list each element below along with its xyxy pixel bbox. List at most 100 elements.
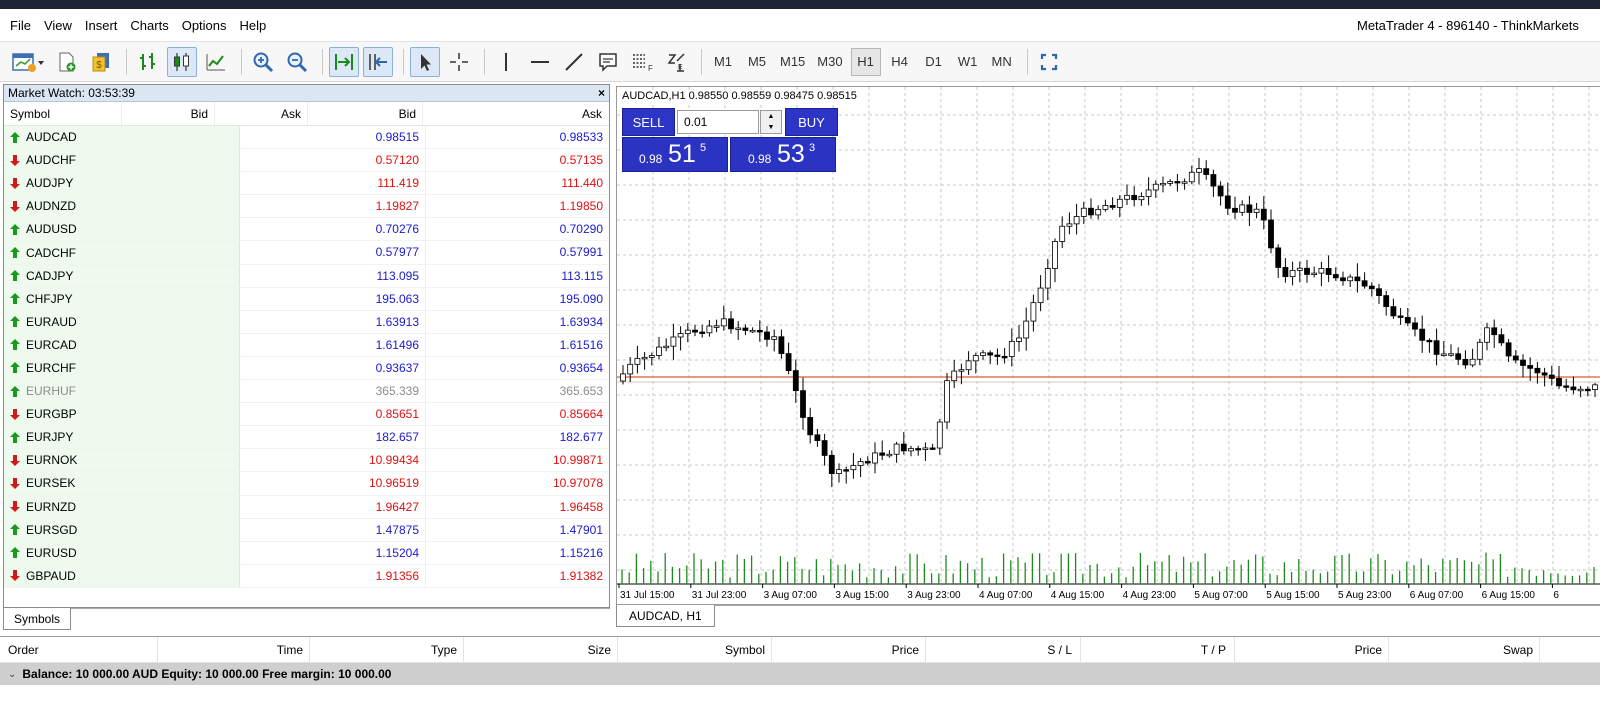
timeframe-m1[interactable]: M1 (708, 48, 738, 76)
symbol-cell[interactable]: AUDNZD (4, 195, 240, 218)
table-row[interactable]: AUDNZD 1.19827 1.19850 (4, 195, 609, 219)
balance-row[interactable]: ⌄ Balance: 10 000.00 AUD Equity: 10 000.… (0, 663, 1600, 685)
menu-options[interactable]: Options (182, 18, 227, 33)
column-header-symbol[interactable]: Symbol (618, 637, 772, 662)
table-row[interactable]: CHFJPY 195.063 195.090 (4, 287, 609, 311)
table-row[interactable]: AUDJPY 111.419 111.440 (4, 172, 609, 196)
menu-help[interactable]: Help (240, 18, 267, 33)
column-header-time[interactable]: Time (158, 637, 310, 662)
timeframe-h4[interactable]: H4 (885, 48, 915, 76)
column-header-tp[interactable]: T / P (1081, 637, 1235, 662)
table-row[interactable]: EURCAD 1.61496 1.61516 (4, 333, 609, 357)
zoom-in-button[interactable] (248, 47, 278, 77)
vertical-line-button[interactable] (491, 47, 521, 77)
cursor-button[interactable] (410, 46, 440, 77)
column-header-bid[interactable]: Bid (122, 102, 215, 125)
symbol-cell[interactable]: AUDJPY (4, 172, 240, 195)
column-header-symbol[interactable]: Symbol (4, 102, 122, 125)
tab-symbols[interactable]: Symbols (3, 608, 72, 630)
table-row[interactable]: CADCHF 0.57977 0.57991 (4, 241, 609, 265)
table-row[interactable]: EURAUD 1.63913 1.63934 (4, 310, 609, 334)
column-header-bid-price[interactable]: Bid (308, 102, 423, 125)
fibonacci-button[interactable]: F (627, 47, 657, 77)
zoom-out-button[interactable] (282, 47, 312, 77)
new-chart-button[interactable] (8, 47, 48, 77)
table-row[interactable]: EURSEK 10.96519 10.97078 (4, 472, 609, 496)
symbol-cell[interactable]: EURNZD (4, 495, 240, 518)
column-header-current-price[interactable]: Price (1235, 637, 1389, 662)
column-header-ask[interactable]: Ask (215, 102, 308, 125)
lot-size-input[interactable] (677, 110, 759, 134)
symbol-cell[interactable]: EURSGD (4, 518, 240, 541)
symbol-cell[interactable]: CADCHF (4, 241, 240, 264)
symbol-cell[interactable]: AUDCHF (4, 149, 240, 172)
stepper-up-icon[interactable]: ▲ (761, 111, 781, 122)
sell-price-box[interactable]: 0.98 51 5 (622, 137, 728, 172)
table-row[interactable]: AUDUSD 0.70276 0.70290 (4, 218, 609, 242)
symbol-cell[interactable]: EURSEK (4, 472, 240, 495)
horizontal-line-button[interactable] (525, 47, 555, 77)
crosshair-button[interactable] (444, 47, 474, 77)
timeframe-mn[interactable]: MN (987, 48, 1017, 76)
chevron-down-icon[interactable]: ⌄ (8, 669, 16, 680)
timeframe-h1[interactable]: H1 (850, 47, 881, 76)
table-row[interactable]: EURSGD 1.47875 1.47901 (4, 518, 609, 542)
symbol-cell[interactable]: CHFJPY (4, 287, 240, 310)
column-header-sl[interactable]: S / L (926, 637, 1081, 662)
symbol-cell[interactable]: GBPAUD (4, 564, 240, 587)
buy-price-box[interactable]: 0.98 53 3 (730, 137, 836, 172)
column-header-type[interactable]: Type (310, 637, 464, 662)
symbol-cell[interactable]: CADJPY (4, 264, 240, 287)
lot-size-stepper[interactable]: ▲ ▼ (760, 110, 782, 134)
chart-window[interactable]: 31 Jul 15:00 31 Jul 23:00 3 Aug 07:00 3 Aug… (616, 86, 1600, 605)
menu-view[interactable]: View (44, 18, 72, 33)
fullscreen-button[interactable] (1034, 47, 1064, 77)
shapes-button[interactable]: E (661, 47, 691, 77)
symbol-cell[interactable]: EURJPY (4, 426, 240, 449)
chart-shift-button[interactable] (363, 46, 393, 77)
symbol-cell[interactable]: EURNOK (4, 449, 240, 472)
symbol-cell[interactable]: EURUSD (4, 541, 240, 564)
column-header-ask-price[interactable]: Ask (423, 102, 608, 125)
table-row[interactable]: GBPAUD 1.91356 1.91382 (4, 564, 609, 588)
table-row[interactable]: EURHUF 365.339 365.653 (4, 380, 609, 404)
menu-insert[interactable]: Insert (85, 18, 118, 33)
symbol-cell[interactable]: EURGBP (4, 403, 240, 426)
table-row[interactable]: AUDCHF 0.57120 0.57135 (4, 149, 609, 173)
menu-file[interactable]: File (10, 18, 31, 33)
candlestick-chart-button[interactable] (167, 46, 197, 77)
table-row[interactable]: CADJPY 113.095 113.115 (4, 264, 609, 288)
text-label-button[interactable] (593, 47, 623, 77)
market-watch-button[interactable]: $ (86, 47, 116, 77)
timeframe-m30[interactable]: M30 (813, 48, 846, 76)
sell-button[interactable]: SELL (622, 108, 675, 136)
column-header-swap[interactable]: Swap (1389, 637, 1540, 662)
stepper-down-icon[interactable]: ▼ (761, 122, 781, 133)
symbol-cell[interactable]: EURCAD (4, 333, 240, 356)
table-row[interactable]: EURJPY 182.657 182.677 (4, 426, 609, 450)
table-row[interactable]: EURNOK 10.99434 10.99871 (4, 449, 609, 473)
column-header-price[interactable]: Price (772, 637, 926, 662)
table-row[interactable]: EURGBP 0.85651 0.85664 (4, 403, 609, 427)
tab-audcad-h1[interactable]: AUDCAD, H1 (616, 605, 715, 627)
timeframe-d1[interactable]: D1 (919, 48, 949, 76)
symbol-cell[interactable]: EURHUF (4, 380, 240, 403)
timeframe-m5[interactable]: M5 (742, 48, 772, 76)
column-header-order[interactable]: Order (0, 637, 158, 662)
symbol-cell[interactable]: AUDUSD (4, 218, 240, 241)
line-chart-button[interactable] (201, 47, 231, 77)
menu-charts[interactable]: Charts (130, 18, 168, 33)
buy-button[interactable]: BUY (785, 108, 838, 136)
bar-chart-button[interactable] (133, 47, 163, 77)
close-icon[interactable]: × (598, 85, 605, 102)
table-row[interactable]: EURUSD 1.15204 1.15216 (4, 541, 609, 565)
profiles-button[interactable] (52, 47, 82, 77)
symbol-cell[interactable]: EURCHF (4, 356, 240, 380)
timeframe-w1[interactable]: W1 (953, 48, 983, 76)
auto-scroll-button[interactable] (329, 46, 359, 77)
table-row[interactable]: EURCHF 0.93637 0.93654 (4, 356, 609, 381)
symbol-cell[interactable]: AUDCAD (4, 126, 240, 149)
symbol-cell[interactable]: EURAUD (4, 310, 240, 333)
trendline-button[interactable] (559, 47, 589, 77)
timeframe-m15[interactable]: M15 (776, 48, 809, 76)
